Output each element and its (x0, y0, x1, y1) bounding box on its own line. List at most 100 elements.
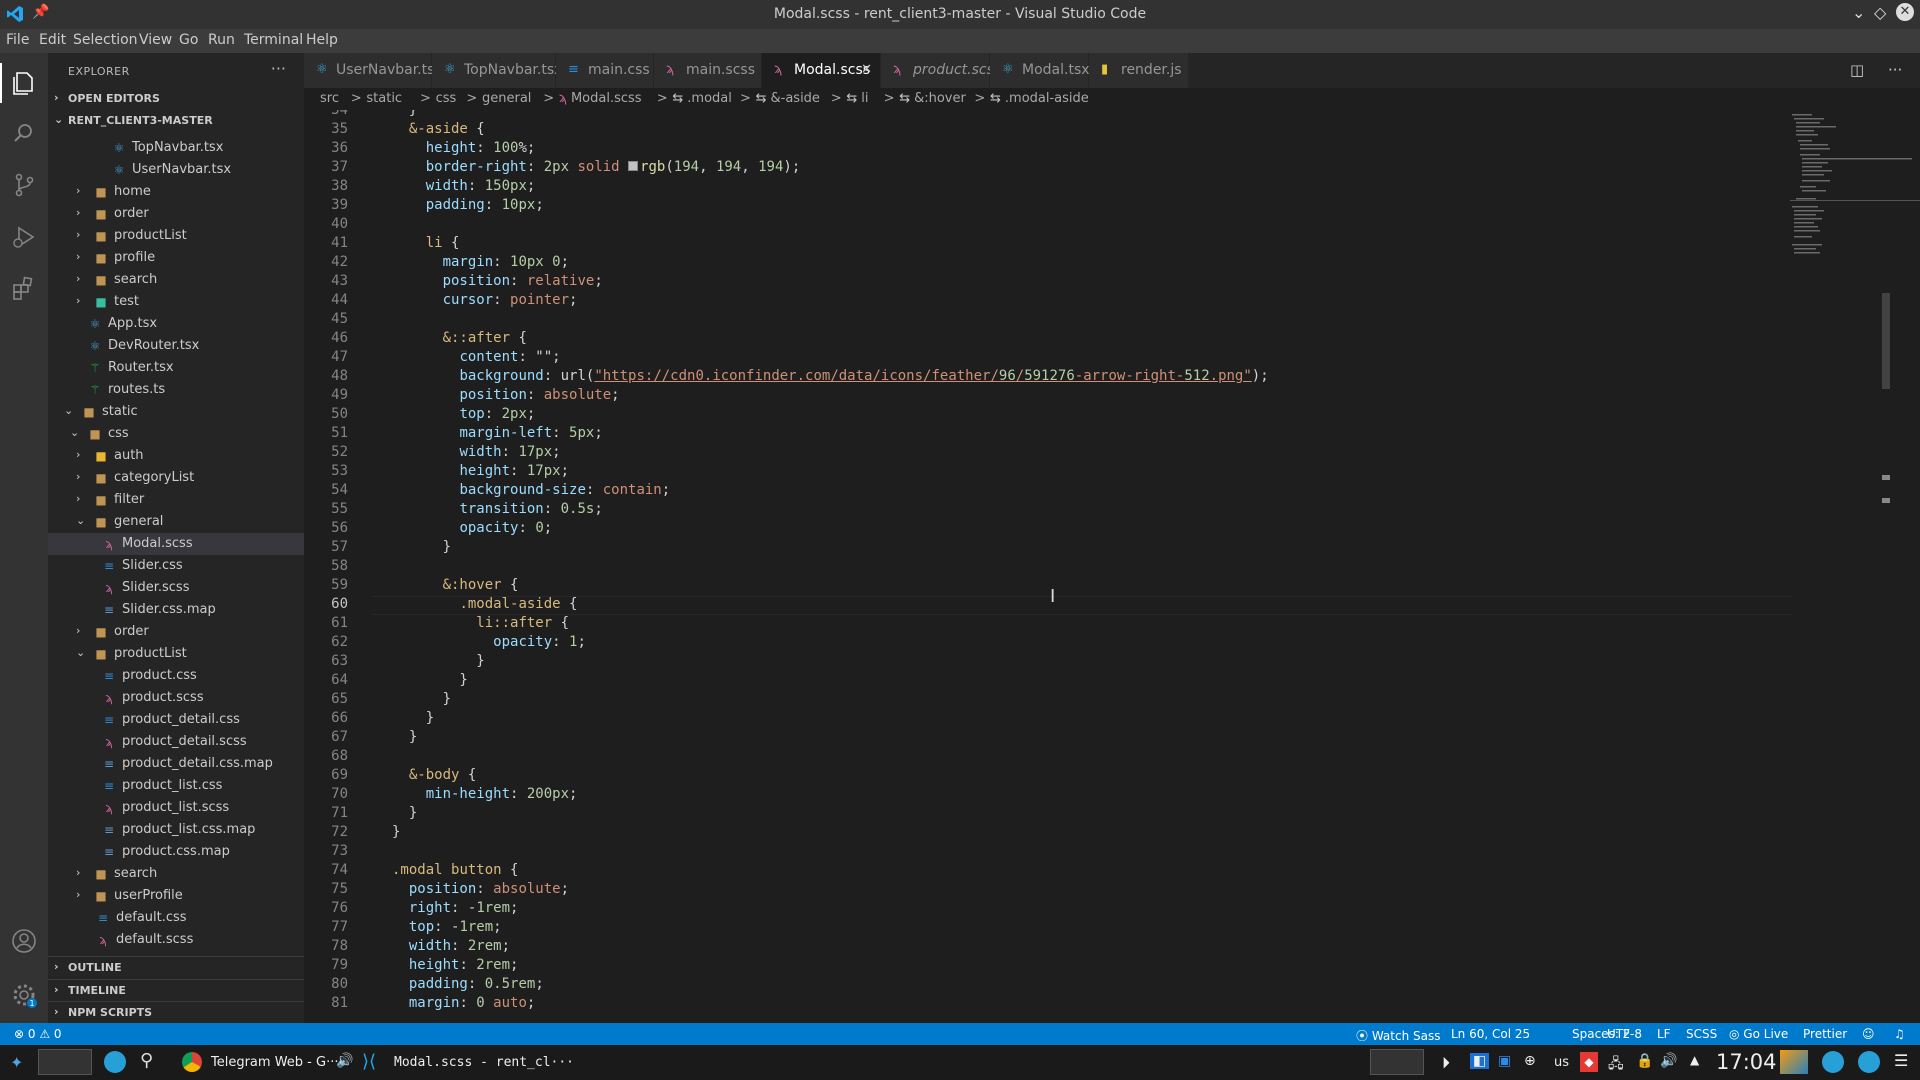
tree-item[interactable]: ⌄ ■ productList (48, 643, 304, 665)
code-line[interactable]: position: relative; (392, 273, 603, 289)
tree-item[interactable]: › ■ home (48, 181, 304, 203)
prettier-button[interactable]: Prettier (1803, 1027, 1847, 1041)
taskbar-vscode-window[interactable]: Modal.scss - rent_cl··· (394, 1055, 574, 1070)
code-line[interactable]: opacity: 0; (392, 520, 552, 536)
breadcrumb-item[interactable]: ⇆ .modal-aside (990, 91, 1089, 106)
tab-usernavbar-tsx[interactable]: ⚛ UserNavbar.tsx (304, 53, 443, 88)
code-line[interactable]: } (392, 110, 417, 118)
minimap[interactable] (1790, 110, 1920, 1023)
tree-item[interactable]: ≡ Slider.css (48, 555, 304, 577)
watch-sass-button[interactable]: ⦿ Watch Sass (1356, 1027, 1440, 1044)
breadcrumb-item[interactable]: ⇆ &:hover (899, 91, 966, 106)
run-debug-icon[interactable] (10, 223, 38, 251)
code-line[interactable]: height: 17px; (392, 463, 569, 479)
breadcrumb-item[interactable]: ϡ Modal.scss (559, 91, 642, 106)
keyboard-layout[interactable]: us (1554, 1055, 1569, 1070)
line-ending[interactable]: LF (1657, 1027, 1671, 1041)
tray-thumbnail[interactable] (1780, 1050, 1808, 1074)
tray-app-icon[interactable]: ◧ (1470, 1053, 1490, 1069)
code-line[interactable]: background-size: contain; (392, 482, 670, 498)
code-line[interactable]: } (392, 805, 417, 821)
tree-item[interactable]: ⚚ Router.tsx (48, 357, 304, 379)
globe-icon-2[interactable] (1858, 1051, 1880, 1073)
outline-section[interactable]: › OUTLINE (48, 957, 304, 979)
open-editors-section[interactable]: › OPEN EDITORS (48, 88, 304, 110)
language-mode[interactable]: SCSS (1686, 1027, 1717, 1041)
code-line[interactable]: position: absolute; (392, 881, 569, 897)
cursor-position[interactable]: Ln 60, Col 25 (1451, 1027, 1530, 1041)
tree-item[interactable]: ⌄ ■ css (48, 423, 304, 445)
menu-file[interactable]: File (6, 32, 29, 48)
tree-item[interactable]: ϡ Modal.scss (48, 533, 304, 555)
tab-modal-scss[interactable]: ϡ Modal.scss ✕ (762, 53, 881, 88)
tab-render-js[interactable]: ▮ render.js (1089, 53, 1189, 88)
settings-gear-icon[interactable]: 1 (10, 981, 38, 1009)
code-line[interactable]: position: absolute; (392, 387, 619, 403)
code-line[interactable]: } (392, 729, 417, 745)
code-line[interactable]: border-right: 2px solid rgb(194, 194, 19… (392, 159, 801, 175)
tree-item[interactable]: › ■ userProfile (48, 885, 304, 907)
network-icon[interactable]: 🖧 (1608, 1053, 1624, 1077)
menu-edit[interactable]: Edit (39, 32, 66, 48)
tree-item[interactable]: ⌄ ■ static (48, 401, 304, 423)
taskbar-chrome-window[interactable]: Telegram Web - G··· (211, 1055, 338, 1070)
clock[interactable]: 17:04 (1716, 1050, 1777, 1074)
tree-item[interactable]: › ■ order (48, 203, 304, 225)
lock-icon[interactable]: 🔒 (1636, 1053, 1653, 1069)
tree-item[interactable]: › ■ categoryList (48, 467, 304, 489)
code-line[interactable]: width: 17px; (392, 444, 560, 460)
tree-item[interactable]: ⚛ App.tsx (48, 313, 304, 335)
chrome-icon[interactable] (182, 1052, 202, 1072)
code-line[interactable]: min-height: 200px; (392, 786, 578, 802)
source-control-icon[interactable] (10, 171, 38, 199)
tree-item[interactable]: ≡ product_detail.css (48, 709, 304, 731)
code-line[interactable]: li { (392, 235, 460, 251)
code-line[interactable]: margin: 10px 0; (392, 254, 569, 270)
vpn-icon[interactable]: ⊕ (1524, 1053, 1536, 1069)
tree-item[interactable]: ≡ product.css (48, 665, 304, 687)
code-line[interactable]: } (392, 539, 451, 555)
tree-item[interactable]: ≡ product.css.map (48, 841, 304, 863)
code-line[interactable]: width: 150px; (392, 178, 536, 194)
tree-item[interactable]: › ■ filter (48, 489, 304, 511)
tree-item[interactable]: › ■ profile (48, 247, 304, 269)
more-actions-icon[interactable]: ··· (1888, 61, 1902, 79)
maximize-icon[interactable]: ◇ (1874, 3, 1886, 22)
tree-item[interactable]: ≡ product_detail.css.map (48, 753, 304, 775)
tree-item[interactable]: ⚛ TopNavbar.tsx (48, 137, 304, 159)
tab-main-scss[interactable]: ϡ main.scss (654, 53, 762, 88)
tree-item[interactable]: › ■ productList (48, 225, 304, 247)
problems-indicator[interactable]: ⊗ 0 ⚠ 0 (14, 1027, 62, 1041)
breadcrumb-item[interactable]: ⇆ &-aside (756, 91, 820, 106)
menu-terminal[interactable]: Terminal (244, 32, 303, 48)
code-line[interactable]: height: 100%; (392, 140, 536, 156)
account-icon[interactable] (10, 927, 38, 955)
go-live-button[interactable]: ◎ Go Live (1729, 1027, 1788, 1041)
menu-selection[interactable]: Selection (73, 32, 138, 48)
code-line[interactable]: &::after { (392, 330, 527, 346)
code-line[interactable]: .modal-aside { (392, 596, 577, 612)
hamburger-menu-icon[interactable]: ☰ (1894, 1051, 1908, 1070)
tree-item[interactable]: ϡ product_detail.scss (48, 731, 304, 753)
tree-item[interactable]: ≡ product_list.css (48, 775, 304, 797)
app-menu-icon[interactable]: ✦ (10, 1053, 23, 1072)
tree-item[interactable]: ϡ default.scss (48, 929, 304, 951)
code-line[interactable]: &-aside { (392, 121, 485, 137)
menu-help[interactable]: Help (306, 32, 338, 48)
tree-item[interactable]: ϡ Slider.scss (48, 577, 304, 599)
explorer-more-icon[interactable]: ··· (271, 59, 286, 78)
explorer-icon[interactable] (10, 69, 38, 97)
volume-icon[interactable]: 🔊 (1660, 1053, 1677, 1069)
globe-icon[interactable] (1822, 1051, 1844, 1073)
tree-item[interactable]: › ■ search (48, 863, 304, 885)
code-line[interactable]: top: -1rem; (392, 919, 502, 935)
tab-modal-tsx[interactable]: ⚛ Modal.tsx (990, 53, 1090, 88)
code-line[interactable]: } (392, 824, 400, 840)
tab-topnavbar-tsx[interactable]: ⚛ TopNavbar.tsx (432, 53, 562, 88)
breadcrumb-item[interactable]: static (366, 91, 402, 106)
breadcrumb-item[interactable]: src (320, 91, 339, 106)
code-line[interactable]: } (392, 653, 484, 669)
code-line[interactable]: li::after { (392, 615, 569, 631)
code-line[interactable]: &:hover { (392, 577, 519, 593)
code-line[interactable]: .modal button { (392, 862, 518, 878)
